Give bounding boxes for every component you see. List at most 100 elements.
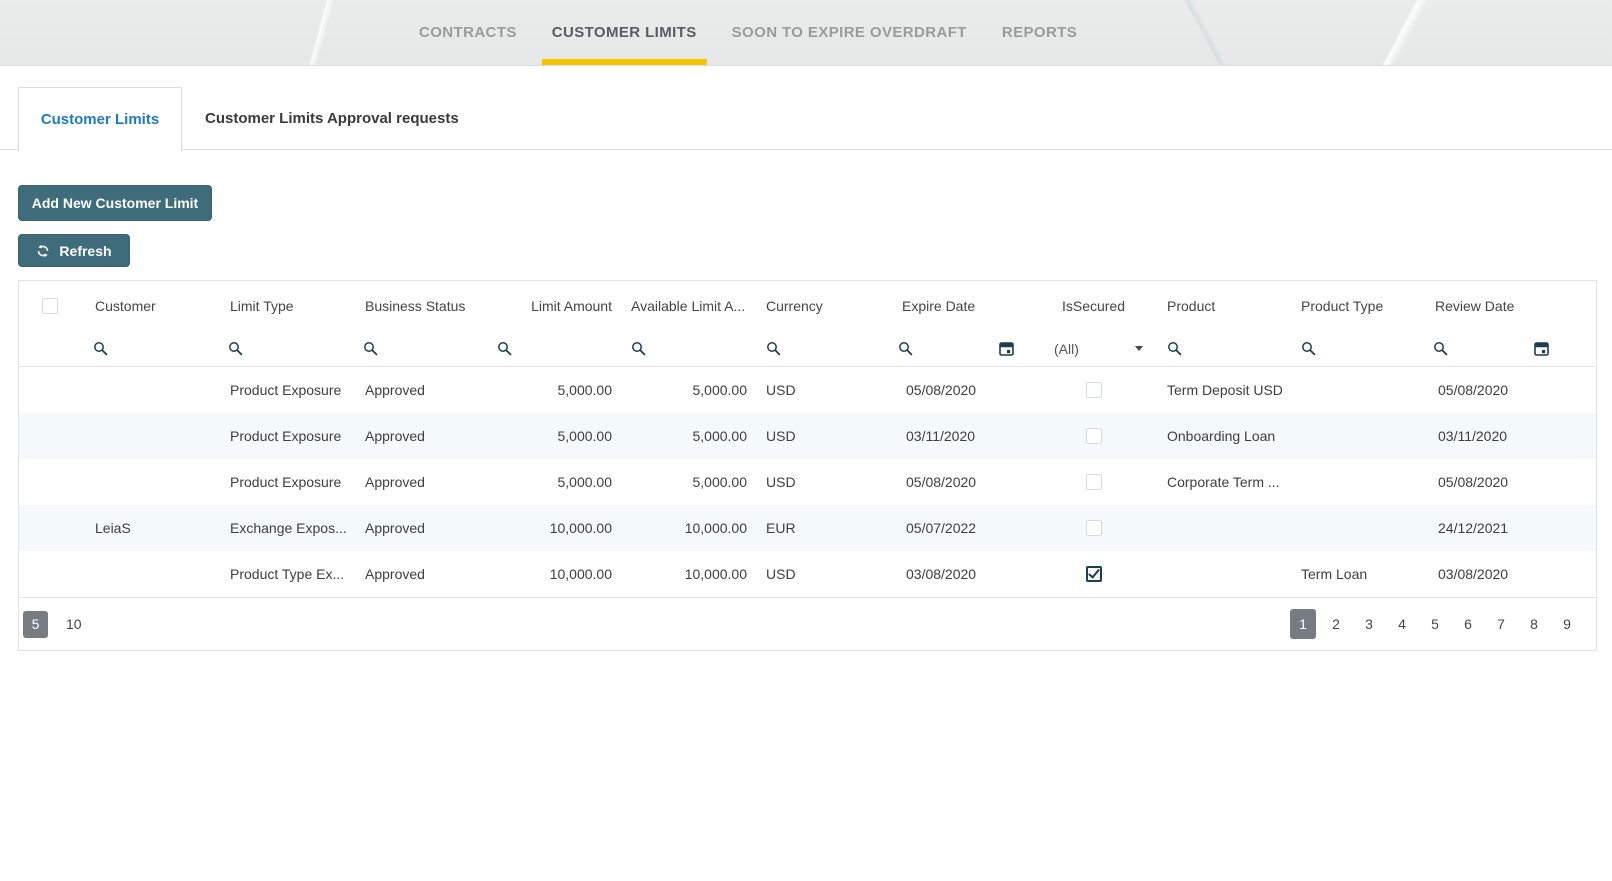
column-header-business-status[interactable]: Business Status — [351, 298, 488, 314]
is-secured-checkbox[interactable] — [1086, 382, 1102, 398]
filter-business-status[interactable] — [351, 341, 488, 356]
nav-reports[interactable]: REPORTS — [992, 0, 1087, 65]
filter-is-secured-dropdown[interactable]: (All) — [1031, 341, 1156, 357]
search-icon — [228, 341, 243, 356]
cell-limit-type: Product Exposure — [216, 382, 351, 398]
filter-review-date[interactable] — [1421, 341, 1596, 356]
search-icon — [1167, 341, 1182, 356]
calendar-icon — [1534, 341, 1549, 356]
cell-review-date: 03/08/2020 — [1421, 566, 1596, 582]
cell-limit-amount: 10,000.00 — [488, 566, 621, 582]
cell-currency: EUR — [756, 520, 886, 536]
filter-available-limit[interactable] — [621, 341, 756, 356]
page-button-5[interactable]: 5 — [1422, 609, 1448, 639]
is-secured-checkbox[interactable] — [1086, 566, 1102, 582]
cell-expire-date: 03/11/2020 — [886, 428, 1031, 444]
filter-product-type[interactable] — [1291, 341, 1421, 356]
cell-limit-amount: 10,000.00 — [488, 520, 621, 536]
column-header-expire-date[interactable]: Expire Date — [886, 298, 1031, 314]
is-secured-checkbox[interactable] — [1086, 474, 1102, 490]
page-button-6[interactable]: 6 — [1455, 609, 1481, 639]
table-row[interactable]: Product Exposure Approved 5,000.00 5,000… — [19, 413, 1596, 459]
cell-available-limit: 10,000.00 — [621, 520, 756, 536]
page-button-3[interactable]: 3 — [1356, 609, 1382, 639]
cell-limit-type: Exchange Expos... — [216, 520, 351, 536]
cell-limit-type: Product Exposure — [216, 428, 351, 444]
cell-expire-date: 05/08/2020 — [886, 474, 1031, 490]
column-header-product-type[interactable]: Product Type — [1291, 298, 1421, 314]
column-header-limit-type[interactable]: Limit Type — [216, 298, 351, 314]
cell-review-date: 24/12/2021 — [1421, 520, 1596, 536]
cell-expire-date: 05/08/2020 — [886, 382, 1031, 398]
cell-expire-date: 03/08/2020 — [886, 566, 1031, 582]
page-button-4[interactable]: 4 — [1389, 609, 1415, 639]
search-icon — [766, 341, 781, 356]
cell-available-limit: 10,000.00 — [621, 566, 756, 582]
column-header-available-limit[interactable]: Available Limit A... — [621, 298, 756, 314]
cell-currency: USD — [756, 428, 886, 444]
page-button-8[interactable]: 8 — [1521, 609, 1547, 639]
table-filter-row: (All) — [19, 331, 1596, 367]
table-row[interactable]: Product Exposure Approved 5,000.00 5,000… — [19, 367, 1596, 413]
column-header-limit-amount[interactable]: Limit Amount — [488, 298, 621, 314]
search-icon — [898, 341, 913, 356]
nav-contracts[interactable]: CONTRACTS — [409, 0, 527, 65]
column-header-product[interactable]: Product — [1156, 298, 1291, 314]
table-row[interactable]: LeiaS Exchange Expos... Approved 10,000.… — [19, 505, 1596, 551]
tab-approval-requests[interactable]: Customer Limits Approval requests — [205, 87, 459, 150]
cell-expire-date: 05/07/2022 — [886, 520, 1031, 536]
tab-customer-limits[interactable]: Customer Limits — [18, 87, 182, 151]
cell-limit-type: Product Type Ex... — [216, 566, 351, 582]
is-secured-checkbox[interactable] — [1086, 520, 1102, 536]
nav-customer-limits-label: CUSTOMER LIMITS — [552, 24, 697, 41]
cell-limit-amount: 5,000.00 — [488, 382, 621, 398]
tab-bar: Customer Limits Customer Limits Approval… — [0, 87, 1612, 150]
filter-currency[interactable] — [756, 341, 886, 356]
refresh-button[interactable]: Refresh — [18, 234, 130, 267]
column-header-currency[interactable]: Currency — [756, 298, 886, 314]
refresh-button-label: Refresh — [59, 243, 111, 259]
cell-customer: LeiaS — [81, 520, 216, 536]
cell-product: Term Deposit USD — [1156, 382, 1291, 398]
table-row[interactable]: Product Exposure Approved 5,000.00 5,000… — [19, 459, 1596, 505]
nav-soon-to-expire-overdraft[interactable]: SOON TO EXPIRE OVERDRAFT — [722, 0, 977, 65]
cell-product: Corporate Term ... — [1156, 474, 1291, 490]
filter-customer[interactable] — [81, 341, 216, 356]
filter-limit-type[interactable] — [216, 341, 351, 356]
cell-currency: USD — [756, 382, 886, 398]
cell-available-limit: 5,000.00 — [621, 474, 756, 490]
column-header-review-date[interactable]: Review Date — [1421, 298, 1596, 314]
cell-currency: USD — [756, 474, 886, 490]
cell-business-status: Approved — [351, 428, 488, 444]
page-button-9[interactable]: 9 — [1554, 609, 1580, 639]
filter-expire-date[interactable] — [886, 341, 1031, 356]
page-button-1[interactable]: 1 — [1290, 609, 1316, 639]
page-button-2[interactable]: 2 — [1323, 609, 1349, 639]
filter-limit-amount[interactable] — [488, 341, 621, 356]
chevron-down-icon — [1135, 346, 1143, 351]
page-button-7[interactable]: 7 — [1488, 609, 1514, 639]
cell-review-date: 05/08/2020 — [1421, 382, 1596, 398]
column-header-is-secured[interactable]: IsSecured — [1031, 298, 1156, 314]
cell-business-status: Approved — [351, 520, 488, 536]
cell-limit-type: Product Exposure — [216, 474, 351, 490]
cell-limit-amount: 5,000.00 — [488, 474, 621, 490]
filter-product[interactable] — [1156, 341, 1291, 356]
cell-review-date: 05/08/2020 — [1421, 474, 1596, 490]
column-header-customer[interactable]: Customer — [81, 298, 216, 314]
page-size-selector: 5 10 — [23, 611, 87, 638]
cell-product: Onboarding Loan — [1156, 428, 1291, 444]
nav-customer-limits[interactable]: CUSTOMER LIMITS — [542, 0, 707, 65]
search-icon — [1433, 341, 1448, 356]
page-size-5[interactable]: 5 — [23, 611, 48, 638]
search-icon — [93, 341, 108, 356]
search-icon — [631, 341, 646, 356]
select-all-checkbox[interactable] — [42, 298, 58, 314]
is-secured-checkbox[interactable] — [1086, 428, 1102, 444]
search-icon — [497, 341, 512, 356]
table-row[interactable]: Product Type Ex... Approved 10,000.00 10… — [19, 551, 1596, 597]
page-size-10[interactable]: 10 — [61, 611, 87, 638]
cell-review-date: 03/11/2020 — [1421, 428, 1596, 444]
add-new-customer-limit-button[interactable]: Add New Customer Limit — [18, 185, 212, 221]
table-footer: 5 10 1 2 3 4 5 6 7 8 9 — [19, 597, 1596, 650]
